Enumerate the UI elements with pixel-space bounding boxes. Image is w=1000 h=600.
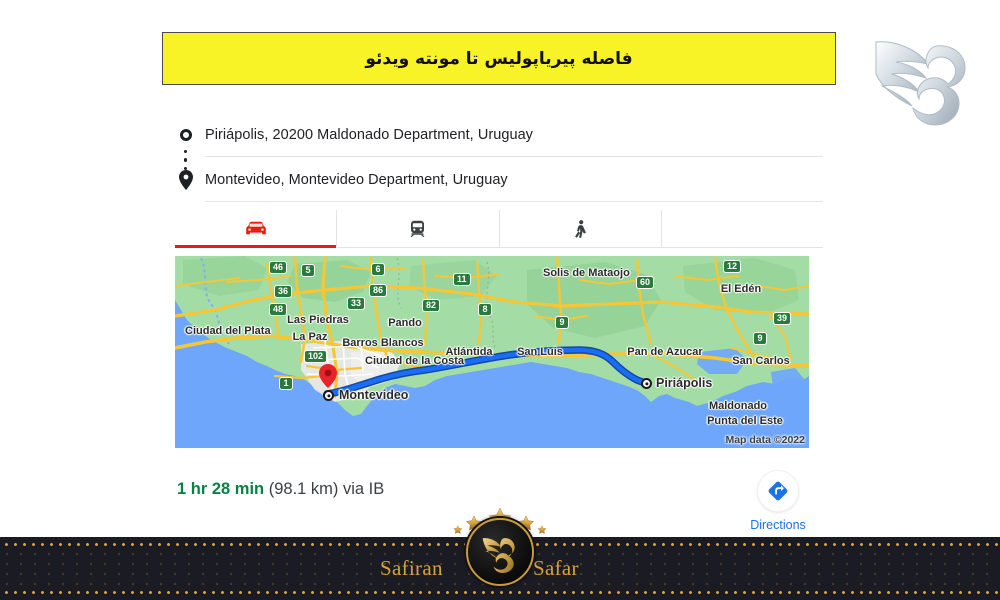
highway-shield: 102 [304, 350, 328, 363]
highway-shield: 82 [422, 299, 441, 312]
map-attribution: Map data ©2022 [725, 434, 805, 446]
map-place-label: Ciudad del Plata [185, 325, 271, 337]
page-title: فاصله پیریاپولیس تا مونته ویدئو [365, 48, 633, 69]
map-place-label: San Carlos [732, 355, 790, 367]
highway-shield: 1 [279, 377, 293, 390]
destination-row[interactable]: Montevideo, Montevideo Department, Urugu… [175, 157, 823, 202]
map-place-label: Pan de Azucar [627, 346, 703, 358]
inactive-tab-underline [337, 245, 498, 248]
swan-emblem-icon [466, 518, 534, 586]
active-tab-underline [175, 245, 337, 248]
car-icon [245, 221, 266, 234]
directions-button[interactable]: Directions [741, 470, 815, 532]
origin-label: Piriápolis, 20200 Maldonado Department, … [205, 126, 533, 143]
map-place-label: Maldonado [708, 400, 768, 412]
map-place-label: Punta del Este [707, 415, 783, 427]
highway-shield: 33 [347, 297, 366, 310]
highway-shield: 5 [301, 264, 315, 277]
page-title-banner: فاصله پیریاپولیس تا مونته ویدئو [162, 32, 836, 85]
map-place-label-piriapolis: Piriápolis [656, 376, 713, 390]
footer-dot-row-bottom [0, 590, 1000, 595]
piriapolis-city-dot [641, 378, 652, 389]
map-place-label: Pando [388, 317, 422, 329]
circle-outline-icon [175, 124, 197, 146]
screenshot-root: فاصله پیریاپولیس تا مونته ویدئو Piriápol… [0, 0, 1000, 600]
train-icon [410, 220, 425, 237]
highway-shield: 86 [369, 284, 388, 297]
tab-transit[interactable] [337, 210, 500, 248]
directions-button-label: Directions [750, 518, 806, 532]
montevideo-pin-icon [319, 364, 337, 388]
tab-more[interactable] [662, 210, 823, 247]
montevideo-city-dot [323, 390, 334, 401]
route-duration: 1 hr 28 min [177, 480, 265, 498]
brand-name-second: Safar [533, 556, 579, 580]
map-place-label: San Luis [517, 346, 563, 358]
route-map[interactable]: 46 5 36 48 102 1 33 6 86 82 11 8 9 60 12… [175, 256, 809, 448]
tab-driving[interactable] [175, 210, 338, 248]
inactive-tab-underline [662, 245, 823, 248]
route-distance-via: (98.1 km) via IB [268, 480, 385, 498]
highway-shield: 39 [773, 312, 792, 325]
travel-mode-tabs [175, 210, 823, 248]
map-place-label: Las Piedras [287, 314, 349, 326]
route-duration-distance: 1 hr 28 min (98.1 km) via IB [177, 480, 384, 499]
destination-label: Montevideo, Montevideo Department, Urugu… [205, 171, 508, 188]
origin-row[interactable]: Piriápolis, 20200 Maldonado Department, … [175, 112, 823, 157]
directions-card: Piriápolis, 20200 Maldonado Department, … [175, 112, 823, 534]
inactive-tab-underline [500, 245, 661, 248]
highway-shield: 8 [478, 303, 492, 316]
highway-shield: 11 [453, 273, 471, 286]
highway-shield: 9 [555, 316, 569, 329]
highway-shield: 9 [753, 332, 767, 345]
highway-shield: 6 [371, 263, 385, 276]
highway-shield: 12 [723, 260, 742, 273]
destination-divider [205, 201, 823, 202]
tab-walking[interactable] [500, 210, 662, 247]
winged-swan-logo-icon [862, 22, 994, 134]
brand-name-first: Safiran [380, 556, 443, 580]
highway-shield: 60 [636, 276, 655, 289]
map-place-label: El Edén [720, 283, 762, 295]
location-fields: Piriápolis, 20200 Maldonado Department, … [175, 112, 823, 202]
turn-right-diamond-icon [757, 470, 799, 512]
map-pin-icon [175, 169, 197, 191]
map-place-label: Solis de Mataojo [543, 267, 630, 279]
map-place-label-montevideo: Montevideo [339, 388, 409, 402]
highway-shield: 36 [274, 285, 293, 298]
map-place-label: Atlántida [445, 346, 493, 358]
map-place-label: Barros Blancos [342, 337, 424, 349]
walk-icon [575, 219, 587, 238]
highway-shield: 46 [269, 261, 288, 274]
